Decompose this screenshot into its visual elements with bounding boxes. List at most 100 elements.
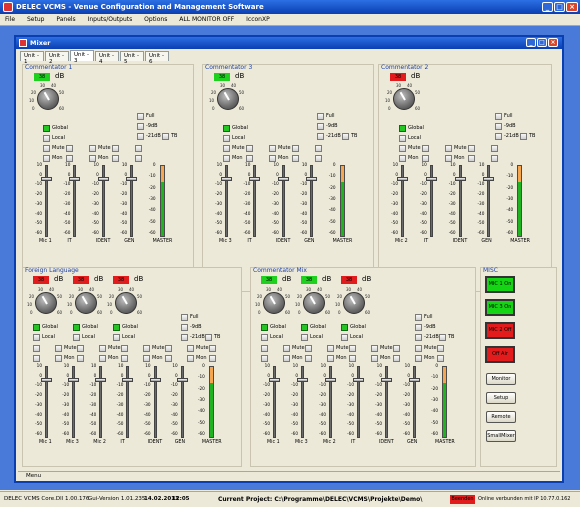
foreign-mon-toggle[interactable] bbox=[165, 355, 172, 362]
commentator3-global-toggle[interactable] bbox=[223, 125, 230, 132]
menu-all-monitor-off[interactable]: ALL MONITOR OFF bbox=[174, 14, 239, 23]
commix-mute-toggle[interactable] bbox=[305, 345, 312, 352]
commix-mon-toggle[interactable] bbox=[371, 355, 378, 362]
tab-unit-3[interactable]: Unit - 3 bbox=[70, 50, 94, 64]
commentator1-mute-toggle[interactable] bbox=[89, 145, 96, 152]
foreign-0-gain-knob[interactable] bbox=[35, 292, 57, 314]
mic2-off-button[interactable]: MIC 2 Off bbox=[485, 322, 515, 339]
foreign-9db-toggle[interactable] bbox=[181, 324, 188, 331]
foreign-fader-cap[interactable] bbox=[122, 378, 134, 382]
off-air-button[interactable]: Off Air bbox=[485, 346, 515, 363]
commentator2-full-toggle[interactable] bbox=[495, 113, 502, 120]
foreign-mute-toggle[interactable] bbox=[77, 345, 84, 352]
commentator1-mon-toggle[interactable] bbox=[43, 155, 50, 162]
commentator3-mute-toggle[interactable] bbox=[246, 145, 253, 152]
commentator2-mon-toggle[interactable] bbox=[468, 155, 475, 162]
commentator3-mon-toggle[interactable] bbox=[269, 155, 276, 162]
commentator3-fader-cap[interactable] bbox=[249, 177, 261, 181]
foreign-fader-cap[interactable] bbox=[95, 378, 107, 382]
commix-full-toggle[interactable] bbox=[415, 314, 422, 321]
foreign-mon-toggle[interactable] bbox=[55, 355, 62, 362]
bottom-menu-button[interactable]: Menu bbox=[26, 473, 41, 479]
commix-mon-toggle[interactable] bbox=[437, 355, 444, 362]
commentator2-fader-cap[interactable] bbox=[454, 177, 466, 181]
commentator2-global-toggle[interactable] bbox=[399, 125, 406, 132]
commix-1-gain-knob[interactable] bbox=[303, 292, 325, 314]
commix-mute-toggle[interactable] bbox=[371, 345, 378, 352]
commentator1-mon-toggle[interactable] bbox=[135, 155, 142, 162]
commentator3-mon-toggle[interactable] bbox=[315, 155, 322, 162]
commentator3-mon-toggle[interactable] bbox=[246, 155, 253, 162]
mixer-close-button[interactable]: × bbox=[548, 38, 558, 47]
commix-global-toggle[interactable] bbox=[301, 324, 308, 331]
foreign-mute-toggle[interactable] bbox=[165, 345, 172, 352]
commix-tb-toggle[interactable] bbox=[439, 334, 446, 341]
foreign-mon-toggle[interactable] bbox=[99, 355, 106, 362]
commentator2-mon-toggle[interactable] bbox=[445, 155, 452, 162]
foreign-fader-cap[interactable] bbox=[149, 378, 161, 382]
commentator1-local-toggle[interactable] bbox=[43, 135, 50, 142]
foreign-fader-cap[interactable] bbox=[176, 378, 188, 382]
tab-unit-6[interactable]: Unit - 6 bbox=[145, 51, 169, 65]
commentator3-mon-toggle[interactable] bbox=[292, 155, 299, 162]
commentator2-fader-cap[interactable] bbox=[483, 177, 495, 181]
foreign-mute-toggle[interactable] bbox=[121, 345, 128, 352]
menu-setup[interactable]: Setup bbox=[22, 14, 49, 23]
monitor-button[interactable]: Monitor bbox=[486, 373, 516, 385]
commentator2-mute-toggle[interactable] bbox=[445, 145, 452, 152]
commentator1-full-toggle[interactable] bbox=[137, 113, 144, 120]
commentator2-mon-toggle[interactable] bbox=[422, 155, 429, 162]
menu-file[interactable]: File bbox=[0, 14, 20, 23]
commentator2-9db-toggle[interactable] bbox=[495, 123, 502, 130]
commix-mute-toggle[interactable] bbox=[393, 345, 400, 352]
commix-global-toggle[interactable] bbox=[341, 324, 348, 331]
foreign-local-toggle[interactable] bbox=[73, 334, 80, 341]
commix-mon-toggle[interactable] bbox=[349, 355, 356, 362]
commentator2-fader-cap[interactable] bbox=[425, 177, 437, 181]
commentator3-mute-toggle[interactable] bbox=[292, 145, 299, 152]
commix-mute-toggle[interactable] bbox=[349, 345, 356, 352]
minimize-button[interactable]: _ bbox=[542, 2, 553, 12]
foreign-global-toggle[interactable] bbox=[73, 324, 80, 331]
commix-9db-toggle[interactable] bbox=[415, 324, 422, 331]
commentator1-mute-toggle[interactable] bbox=[43, 145, 50, 152]
menu-panels[interactable]: Panels bbox=[51, 14, 80, 23]
commentator2-mute-toggle[interactable] bbox=[399, 145, 406, 152]
commentator2-local-toggle[interactable] bbox=[399, 135, 406, 142]
commentator3-mute-toggle[interactable] bbox=[315, 145, 322, 152]
commentator1-fader-cap[interactable] bbox=[41, 177, 52, 181]
commix-fader-cap[interactable] bbox=[269, 378, 280, 382]
menu-options[interactable]: Options bbox=[139, 14, 172, 23]
commentator1-mute-toggle[interactable] bbox=[112, 145, 119, 152]
commix-fader-cap[interactable] bbox=[297, 378, 308, 382]
tab-unit-2[interactable]: Unit - 2 bbox=[45, 51, 69, 65]
foreign-mute-toggle[interactable] bbox=[55, 345, 62, 352]
foreign-mon-toggle[interactable] bbox=[143, 355, 150, 362]
close-button[interactable]: × bbox=[566, 2, 578, 12]
commentator2-21db-toggle[interactable] bbox=[495, 133, 502, 140]
commix-global-toggle[interactable] bbox=[261, 324, 268, 331]
foreign-fader-cap[interactable] bbox=[68, 378, 80, 382]
mixer-maximize-button[interactable]: □ bbox=[537, 38, 547, 47]
mic3-on-button[interactable]: MIC 3 On bbox=[485, 299, 515, 316]
commix-mon-toggle[interactable] bbox=[261, 355, 268, 362]
foreign-local-toggle[interactable] bbox=[113, 334, 120, 341]
foreign-mon-toggle[interactable] bbox=[209, 355, 216, 362]
foreign-mute-toggle[interactable] bbox=[99, 345, 106, 352]
commentator1-tb-toggle[interactable] bbox=[162, 133, 169, 140]
commentator3-full-toggle[interactable] bbox=[317, 113, 324, 120]
maximize-button[interactable]: □ bbox=[554, 2, 565, 12]
menu-inputs-outputs[interactable]: Inputs/Outputs bbox=[83, 14, 138, 23]
remote-button[interactable]: Remote bbox=[486, 411, 516, 423]
commix-mute-toggle[interactable] bbox=[415, 345, 422, 352]
tab-unit-5[interactable]: Unit - 5 bbox=[120, 51, 144, 65]
commentator3-21db-toggle[interactable] bbox=[317, 133, 324, 140]
commix-mon-toggle[interactable] bbox=[327, 355, 334, 362]
commix-mon-toggle[interactable] bbox=[283, 355, 290, 362]
foreign-fader-cap[interactable] bbox=[41, 378, 52, 382]
commentator3-fader-cap[interactable] bbox=[277, 177, 289, 181]
commentator2-mute-toggle[interactable] bbox=[422, 145, 429, 152]
commentator3-mute-toggle[interactable] bbox=[269, 145, 276, 152]
foreign-mon-toggle[interactable] bbox=[121, 355, 128, 362]
commix-fader-cap[interactable] bbox=[325, 378, 336, 382]
